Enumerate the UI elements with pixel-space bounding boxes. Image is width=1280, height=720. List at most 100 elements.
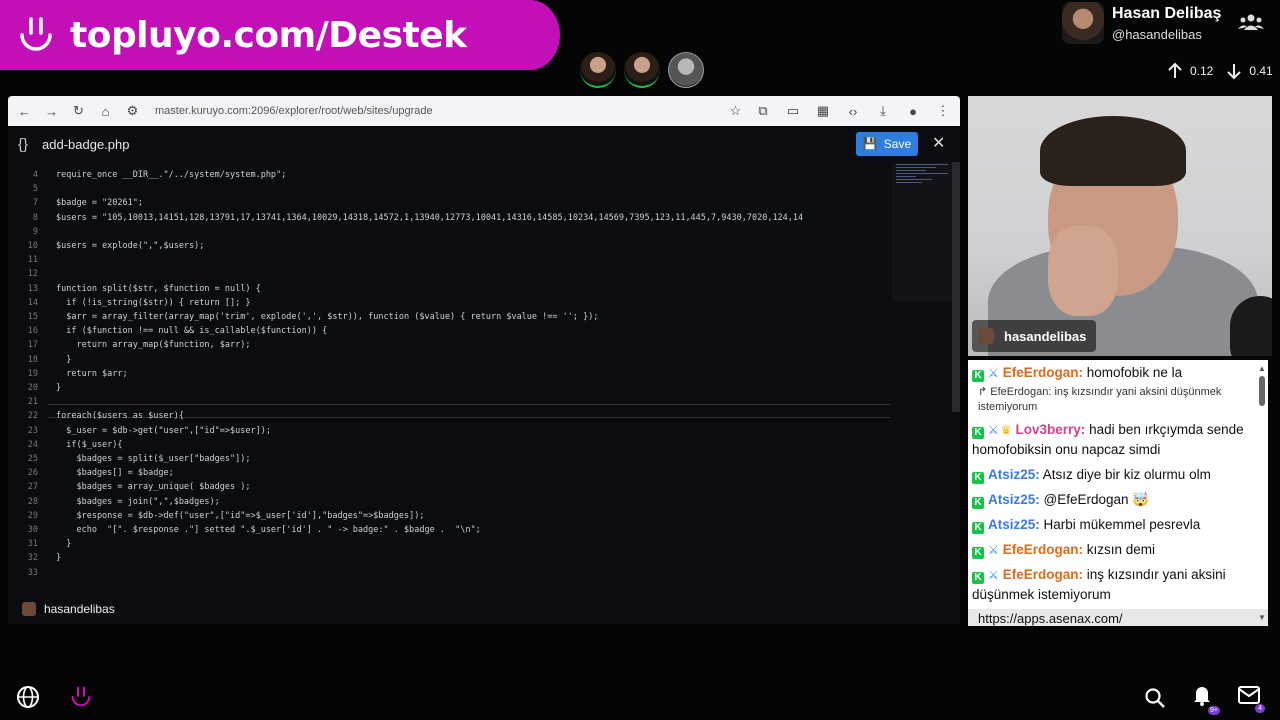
guest-avatar[interactable] — [580, 52, 616, 88]
line-number: 31 — [27, 539, 38, 550]
people-icon[interactable] — [1238, 12, 1264, 37]
line-number: 26 — [27, 468, 38, 479]
chat-username[interactable]: Atsiz25: — [988, 492, 1040, 507]
streamer-info: Hasan Delibaş @hasandelibas — [1062, 2, 1221, 44]
devtools-icon[interactable]: ‹› — [846, 104, 860, 119]
avatar[interactable] — [1062, 2, 1104, 44]
code-line[interactable]: } — [56, 537, 71, 551]
avatar — [22, 602, 36, 616]
site-info-icon[interactable]: ⚙ — [126, 103, 139, 119]
chat-username[interactable]: EfeErdogan: — [1003, 542, 1083, 557]
scroll-up-icon[interactable]: ▲ — [1258, 364, 1266, 373]
chat-username[interactable]: Atsiz25: — [988, 467, 1040, 482]
line-number: 13 — [27, 283, 38, 294]
editor-scrollbar[interactable] — [952, 162, 960, 412]
file-icon: {} — [18, 135, 29, 153]
code-line[interactable]: $arr = array_filter(array_map('trim', ex… — [56, 310, 598, 324]
chat-panel[interactable]: K ⚔ EfeErdogan: homofobik ne la ↱ EfeErdoga… — [968, 360, 1268, 626]
chat-message[interactable]: K ⚔ EfeErdogan: homofobik ne la — [968, 360, 1268, 385]
line-number: 8 — [32, 212, 38, 223]
code-line[interactable]: $badge = "20261"; — [56, 196, 143, 210]
code-line[interactable]: return $arr; — [56, 367, 127, 381]
download-icon[interactable]: ⤓ — [876, 103, 890, 119]
code-line[interactable]: } — [56, 353, 71, 367]
chat-message[interactable]: K ⚔ EfeErdogan: inş kızsındır yani aksini … — [968, 562, 1268, 607]
guest-avatar[interactable] — [624, 52, 660, 88]
code-line[interactable]: echo "[". $response ."] setted ".$_user[… — [56, 523, 480, 537]
code-line[interactable]: } — [56, 381, 61, 395]
network-stats: 0.12 0.41 — [1166, 62, 1273, 80]
chat-username[interactable]: EfeErdogan: — [1003, 365, 1083, 380]
streamer-handle: @hasandelibas — [1112, 26, 1202, 42]
cast-icon[interactable]: ▭ — [786, 103, 800, 119]
line-number: 21 — [27, 397, 38, 408]
download-rate: 0.41 — [1249, 64, 1273, 78]
code-line[interactable]: } — [56, 551, 61, 565]
editor-footer: hasandelibas — [8, 594, 890, 624]
code-line[interactable]: $badges = join(",",$badges); — [56, 495, 219, 509]
code-line[interactable]: require_once __DIR__."/../system/system.… — [56, 168, 286, 182]
back-icon[interactable]: ← — [18, 104, 31, 119]
line-number: 23 — [27, 425, 38, 436]
code-line[interactable]: $_user = $db->get("user",["id"=>$user]); — [56, 424, 271, 438]
stream-overlay: topluyo.com/Destek Hasan Delibaş @hasand… — [0, 0, 1280, 720]
code-line[interactable]: $badges[] = $badge; — [56, 466, 173, 480]
code-line[interactable]: function split($str, $function = null) { — [56, 282, 261, 296]
topluyo-banner: topluyo.com/Destek — [0, 0, 560, 70]
messages-button[interactable]: 4 — [1238, 686, 1265, 713]
qr-icon[interactable]: ▦ — [816, 103, 830, 119]
kick-badge-icon: K — [972, 522, 984, 534]
code-line[interactable]: if (!is_string($str)) { return []; } — [56, 296, 250, 310]
code-line[interactable]: $users = explode(",",$users); — [56, 239, 204, 253]
chat-message[interactable]: K Atsiz25: Atsız diye bir kiz olurmu olm — [968, 462, 1268, 487]
editor-header: {} add-badge.php 💾 Save ✕ — [8, 126, 960, 162]
notifications-button[interactable]: 9+ — [1192, 684, 1220, 715]
url-field[interactable]: master.kuruyo.com:2096/explorer/root/web… — [155, 105, 715, 117]
chat-message[interactable]: K Atsiz25: Harbi mükemmel pesrevla — [968, 512, 1268, 537]
chat-message[interactable]: K ⚔ EfeErdogan: kızsın demi — [968, 537, 1268, 562]
kick-badge-icon: K — [972, 427, 984, 439]
code-line[interactable]: $response = $db->def("user",["id"=>$_use… — [56, 509, 424, 523]
code-line[interactable]: return array_map($function, $arr); — [56, 338, 250, 352]
chat-scrollbar[interactable]: ▲ ▼ — [1258, 360, 1266, 626]
chat-text: homofobik ne la — [1083, 365, 1183, 380]
reload-icon[interactable]: ↻ — [72, 103, 85, 119]
search-icon[interactable] — [1144, 687, 1166, 709]
webcam-username: hasandelibas — [1004, 328, 1087, 344]
arrow-down-icon — [1227, 64, 1242, 80]
forward-icon[interactable]: → — [45, 104, 58, 119]
chat-message[interactable]: K ⚔ ♛ Lov3berry: hadi ben ırkçıymda sende h… — [968, 417, 1268, 462]
line-number: 33 — [27, 567, 38, 578]
home-icon[interactable]: ⌂ — [99, 104, 112, 119]
scroll-down-icon[interactable]: ▼ — [1258, 613, 1266, 622]
chat-username[interactable]: Atsiz25: — [988, 517, 1040, 532]
sword-badge-icon: ⚔ — [988, 568, 999, 582]
chat-link[interactable]: https://apps.asenax.com/ — [968, 609, 1268, 626]
chat-text: Atsız diye bir kiz olurmu olm — [1039, 467, 1211, 482]
code-line[interactable]: $badges = split($_user["badges"]); — [56, 452, 250, 466]
globe-icon[interactable] — [16, 685, 40, 709]
close-icon[interactable]: ✕ — [932, 133, 945, 153]
code-line[interactable]: foreach($users as $user){ — [56, 409, 184, 423]
chat-username[interactable]: EfeErdogan: — [1003, 567, 1083, 582]
line-number: 4 — [32, 170, 38, 180]
code-line[interactable]: if($_user){ — [56, 438, 122, 452]
extensions-icon[interactable]: ⧉ — [756, 103, 770, 119]
minimap[interactable] — [892, 162, 952, 302]
line-number: 17 — [27, 340, 38, 351]
chat-message[interactable]: K Atsiz25: @EfeErdogan 🤯 — [968, 487, 1268, 512]
menu-icon[interactable]: ⋮ — [936, 103, 950, 119]
guest-avatar[interactable] — [668, 52, 704, 88]
code-line[interactable]: if ($function !== null && is_callable($f… — [56, 324, 327, 338]
code-line[interactable]: $badges = array_unique( $badges ); — [56, 480, 250, 494]
profile-icon[interactable]: ● — [906, 104, 920, 119]
notification-count: 9+ — [1208, 706, 1220, 715]
save-icon: 💾 — [862, 137, 878, 151]
bookmark-star-icon[interactable]: ☆ — [729, 103, 742, 119]
topluyo-logo-icon[interactable] — [68, 684, 94, 710]
chat-username[interactable]: Lov3berry: — [1016, 422, 1086, 437]
save-button[interactable]: 💾 Save — [856, 132, 918, 156]
bell-icon — [1194, 687, 1210, 706]
code-editor[interactable]: 4 require_once __DIR__."/../system/system… — [8, 162, 890, 586]
code-line[interactable]: $users = "105,10013,14151,128,13791,17,1… — [56, 211, 803, 225]
